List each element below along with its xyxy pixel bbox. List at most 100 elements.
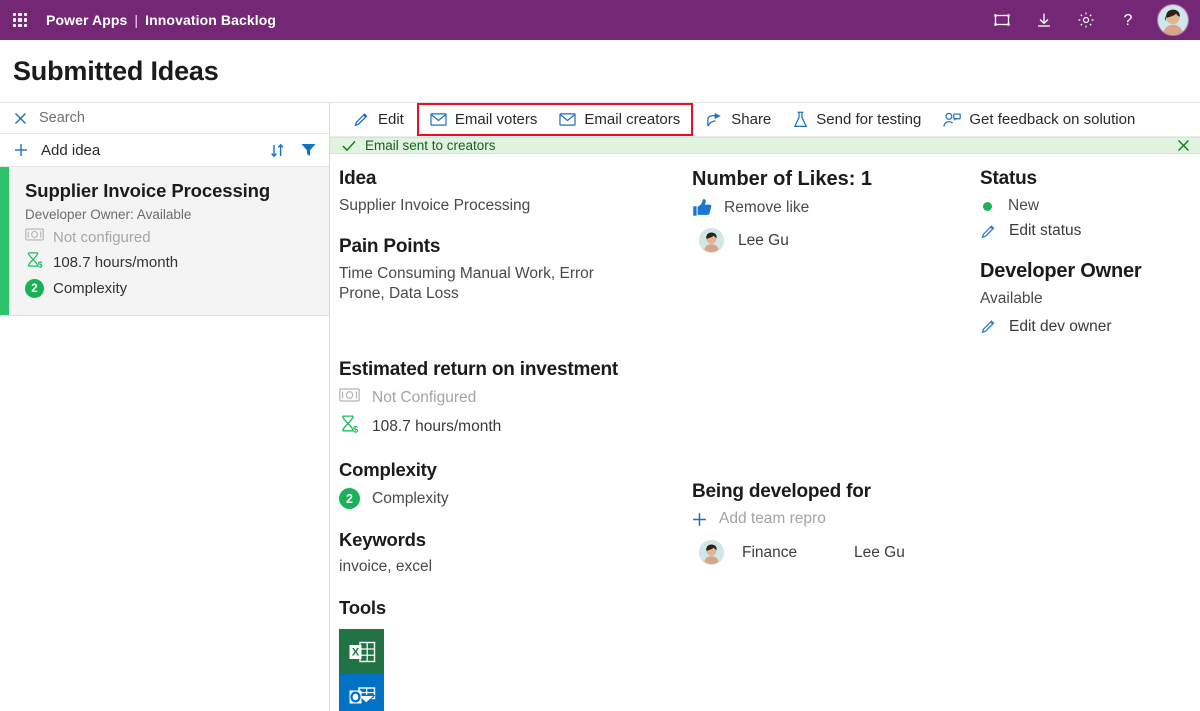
- app-launcher-icon: [13, 13, 27, 27]
- add-team-repro-button[interactable]: Add team repro: [692, 510, 966, 528]
- remove-like-button[interactable]: Remove like: [692, 198, 966, 217]
- user-avatar[interactable]: [1157, 4, 1189, 36]
- plus-icon[interactable]: [14, 143, 28, 157]
- send-for-testing-button[interactable]: Send for testing: [782, 103, 932, 137]
- search-input[interactable]: Search: [39, 110, 85, 126]
- email-creators-label: Email creators: [584, 111, 681, 128]
- get-feedback-label: Get feedback on solution: [969, 111, 1136, 128]
- svg-text:X: X: [351, 646, 359, 658]
- roi-money-value: Not Configured: [372, 388, 477, 406]
- search-bar[interactable]: Search: [0, 103, 329, 134]
- avatar-image: [1158, 5, 1188, 35]
- status-dot-icon: [983, 201, 992, 211]
- flask-icon: [793, 111, 808, 128]
- pencil-icon: [980, 318, 997, 335]
- idea-card[interactable]: Supplier Invoice Processing Developer Ow…: [0, 167, 329, 316]
- detail-columns: Idea Supplier Invoice Processing Pain Po…: [330, 154, 1200, 711]
- get-feedback-button[interactable]: Get feedback on solution: [932, 103, 1146, 137]
- email-voters-button[interactable]: Email voters: [419, 103, 549, 137]
- edit-status-button[interactable]: Edit status: [980, 222, 1200, 240]
- idea-heading: Idea: [339, 168, 377, 189]
- hourglass-dollar-icon: $: [339, 414, 360, 439]
- status-value-row: New: [980, 197, 1200, 215]
- idea-value: Supplier Invoice Processing: [339, 197, 531, 214]
- app-header: Power Apps | Innovation Backlog ?: [0, 0, 1200, 40]
- status-heading: Status: [980, 168, 1037, 189]
- idea-card-complexity-row: 2 Complexity: [25, 279, 317, 298]
- complexity-heading: Complexity: [339, 459, 437, 481]
- brand-name[interactable]: Power Apps: [46, 12, 127, 28]
- roi-hours-row: $ 108.7 hours/month: [339, 414, 678, 439]
- idea-card-hours-value: 108.7 hours/month: [53, 254, 179, 271]
- money-bill-icon: [339, 388, 360, 407]
- app-launcher-button[interactable]: [0, 0, 40, 40]
- gear-icon[interactable]: [1067, 0, 1105, 40]
- send-for-testing-label: Send for testing: [816, 111, 922, 128]
- outlook-icon[interactable]: [339, 674, 384, 711]
- developed-for-heading: Being developed for: [692, 481, 871, 502]
- idea-card-money-row: Not configured: [25, 228, 317, 246]
- brand-divider: |: [134, 12, 139, 28]
- brand-area: Power Apps | Innovation Backlog: [46, 12, 276, 28]
- excel-icon[interactable]: X: [339, 629, 384, 675]
- email-creators-button[interactable]: Email creators: [548, 103, 691, 137]
- add-team-repro-label: Add team repro: [719, 510, 826, 527]
- page-title-bar: Submitted Ideas: [0, 40, 1200, 102]
- feedback-person-icon: [943, 112, 962, 128]
- idea-card-subtitle: Developer Owner: Available: [25, 207, 192, 222]
- edit-dev-owner-label: Edit dev owner: [1009, 317, 1112, 335]
- pain-points-value: Time Consuming Manual Work, Error Prone,…: [339, 264, 594, 302]
- search-clear-icon[interactable]: [14, 112, 27, 125]
- roi-money-row: Not Configured: [339, 388, 678, 407]
- svg-text:$: $: [353, 425, 359, 434]
- edit-label: Edit: [378, 111, 404, 128]
- complexity-row: 2 Complexity: [339, 488, 678, 510]
- share-button[interactable]: Share: [695, 103, 782, 137]
- sort-icon[interactable]: [270, 143, 285, 158]
- help-icon[interactable]: ?: [1109, 0, 1147, 40]
- notification-close-icon[interactable]: [1177, 139, 1190, 152]
- edit-dev-owner-button[interactable]: Edit dev owner: [980, 318, 1200, 336]
- svg-text:?: ?: [1124, 12, 1133, 29]
- add-idea-button[interactable]: Add idea: [41, 142, 100, 159]
- idea-card-accent: [0, 167, 9, 315]
- idea-detail-panel: Edit Email voters Email creators Share S…: [330, 102, 1200, 711]
- fullscreen-icon[interactable]: [983, 0, 1021, 40]
- notification-message: Email sent to creators: [365, 138, 496, 153]
- status-value: New: [1008, 197, 1040, 214]
- share-label: Share: [731, 111, 772, 128]
- likes-heading: Number of Likes: 1: [692, 168, 873, 190]
- check-icon: [342, 140, 356, 152]
- email-voters-label: Email voters: [454, 111, 538, 128]
- developer-owner-heading: Developer Owner: [980, 260, 1142, 282]
- team-owner: Lee Gu: [854, 543, 905, 561]
- ideas-list-panel: Search Add idea Supplier Invoice Process…: [0, 102, 330, 711]
- share-icon: [706, 112, 723, 128]
- keywords-heading: Keywords: [339, 529, 426, 551]
- hourglass-dollar-icon: $: [25, 251, 44, 274]
- pencil-icon: [980, 223, 997, 240]
- command-bar: Edit Email voters Email creators Share S…: [330, 103, 1200, 137]
- keywords-value: invoice, excel: [339, 558, 433, 576]
- filter-icon[interactable]: [301, 143, 316, 157]
- complexity-badge: 2: [339, 488, 360, 510]
- avatar: [699, 228, 724, 253]
- complexity-label: Complexity: [372, 489, 449, 507]
- download-icon[interactable]: [1025, 0, 1063, 40]
- edit-button[interactable]: Edit: [342, 103, 415, 137]
- pencil-icon: [353, 111, 370, 128]
- main-content: Search Add idea Supplier Invoice Process…: [0, 102, 1200, 711]
- app-name[interactable]: Innovation Backlog: [145, 12, 276, 28]
- idea-card-body: Supplier Invoice Processing Developer Ow…: [9, 167, 329, 315]
- team-name: Finance: [742, 543, 798, 561]
- remove-like-label: Remove like: [724, 198, 810, 216]
- team-row: Finance Lee Gu: [692, 540, 966, 565]
- voter-name: Lee Gu: [738, 231, 789, 249]
- voter-row: Lee Gu: [692, 228, 966, 253]
